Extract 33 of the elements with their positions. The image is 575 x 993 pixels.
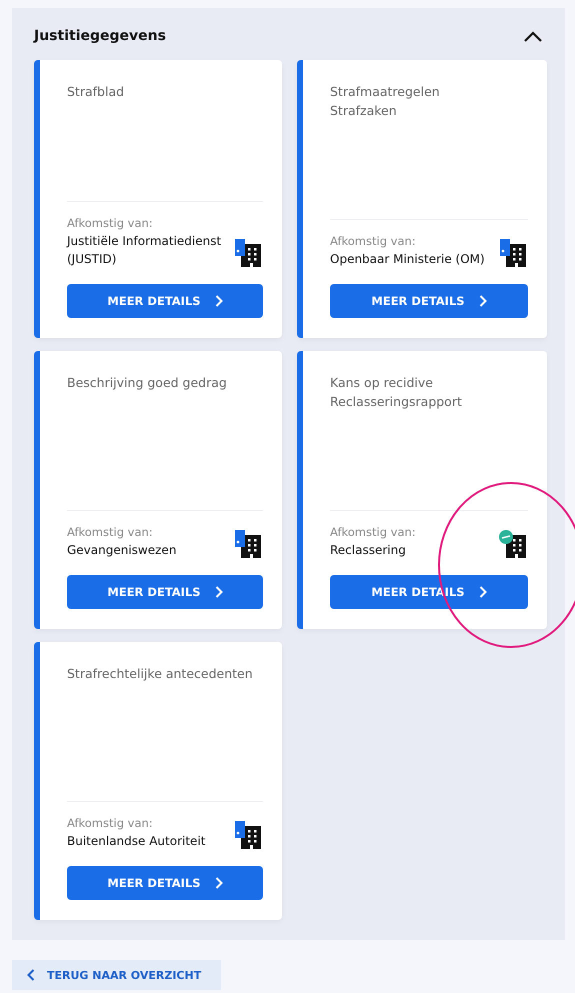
building-icon: [498, 238, 528, 268]
chevron-left-icon: [27, 969, 35, 981]
chevron-right-icon: [214, 877, 223, 889]
card-title: Beschrijving goed gedrag: [67, 374, 228, 392]
more-details-button[interactable]: MEER DETAILS: [330, 284, 528, 318]
source-label: Afkomstig van:: [67, 816, 154, 830]
more-details-button[interactable]: MEER DETAILS: [67, 866, 263, 900]
card-title: Strafmaatregelen Strafzaken: [330, 83, 441, 120]
more-details-button[interactable]: MEER DETAILS: [67, 575, 263, 609]
back-button[interactable]: TERUG NAAR OVERZICHT: [12, 960, 222, 990]
more-details-button[interactable]: MEER DETAILS: [67, 284, 263, 318]
chevron-right-icon: [214, 586, 223, 598]
source-label: Afkomstig van:: [330, 525, 416, 539]
card-title: Kans op recidive Reclasseringsrapport: [330, 374, 463, 411]
section-title: Justitiegegevens: [34, 28, 166, 44]
building-icon: [498, 529, 528, 559]
chevron-right-icon: [478, 295, 487, 307]
chevron-right-icon: [478, 586, 487, 598]
chevron-right-icon: [214, 295, 223, 307]
source-name: Openbaar Ministerie (OM): [330, 251, 485, 268]
card-title: Strafrechtelijke antecedenten: [67, 665, 254, 683]
source-label: Afkomstig van:: [330, 234, 417, 248]
building-icon: [233, 529, 263, 559]
building-icon: [233, 820, 263, 850]
building-icon: [233, 238, 263, 268]
source-label: Afkomstig van:: [67, 216, 154, 230]
source-name: Gevangeniswezen: [67, 542, 176, 559]
collapse-chevron-icon[interactable]: [523, 30, 543, 42]
source-name: Reclassering: [330, 542, 407, 559]
source-label: Afkomstig van:: [67, 525, 154, 539]
source-name: Justitiële Informatiedienst (JUSTID): [67, 233, 222, 268]
source-name: Buitenlandse Autoriteit: [67, 833, 206, 850]
card-title: Strafblad: [67, 83, 126, 101]
